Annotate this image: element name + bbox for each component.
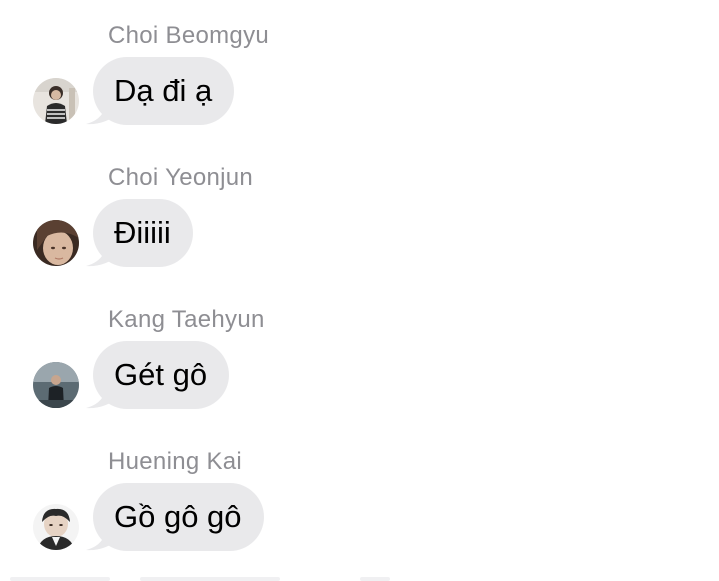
message-row: Choi Beomgyu Dạ đi ạ — [0, 0, 719, 130]
avatar-yeonjun-icon[interactable] — [33, 220, 79, 266]
edge-fragment — [360, 577, 390, 581]
bubble-body: Điiiii — [93, 199, 193, 267]
sender-name: Huening Kai — [108, 448, 243, 475]
bubble-body: Gồ gô gô — [93, 483, 264, 551]
message-row: Huening Kai Gồ gô gô — [0, 426, 719, 556]
message-text: Gét gô — [114, 357, 208, 392]
message-text: Gồ gô gô — [114, 499, 242, 534]
chat-transcript: Choi Beomgyu Dạ đi ạ Choi Yeonjun Điiiii… — [0, 0, 719, 581]
sender-name: Choi Beomgyu — [108, 22, 270, 49]
message-row: Choi Yeonjun Điiiii — [0, 142, 719, 272]
sender-name: Kang Taehyun — [108, 306, 265, 333]
edge-fragment — [10, 577, 110, 581]
message-bubble[interactable]: Gét gô — [84, 341, 230, 409]
message-row: Kang Taehyun Gét gô — [0, 284, 719, 414]
message-text: Điiiii — [114, 215, 171, 250]
bubble-body: Gét gô — [93, 341, 230, 409]
avatar-beomgyu-icon[interactable] — [33, 78, 79, 124]
message-text: Dạ đi ạ — [114, 73, 213, 108]
message-bubble[interactable]: Dạ đi ạ — [84, 57, 235, 125]
sender-name: Choi Yeonjun — [108, 164, 254, 191]
edge-fragment — [140, 577, 280, 581]
next-message-edge — [0, 577, 719, 581]
avatar-huening-icon[interactable] — [33, 504, 79, 550]
bubble-body: Dạ đi ạ — [93, 57, 235, 125]
message-bubble[interactable]: Điiiii — [84, 199, 193, 267]
message-bubble[interactable]: Gồ gô gô — [84, 483, 264, 551]
avatar-taehyun-icon[interactable] — [33, 362, 79, 408]
